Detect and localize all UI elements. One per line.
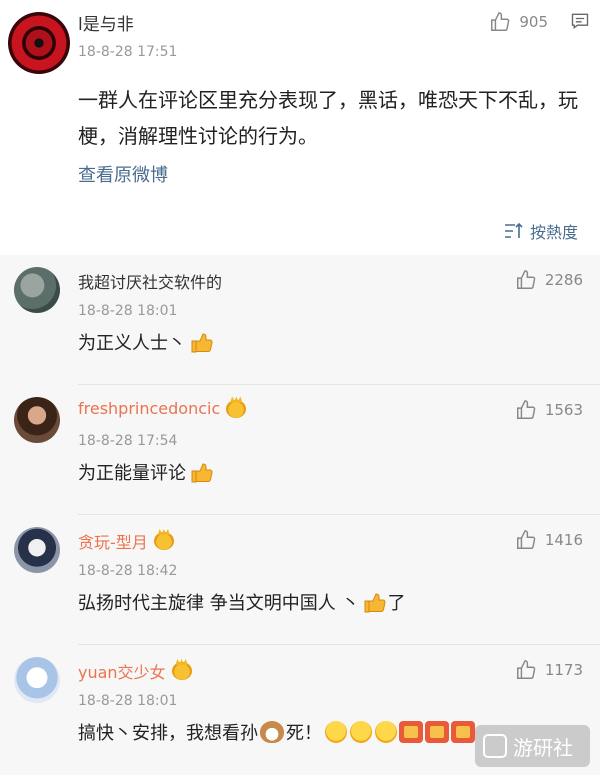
commenter-avatar[interactable]	[14, 267, 60, 313]
post-time: 18-8-28 17:51	[78, 44, 178, 60]
commenter-name[interactable]: freshprincedoncic	[78, 399, 247, 418]
comment-like-button[interactable]: 1173	[515, 659, 583, 681]
comment-item: 我超讨厌社交软件的 18-8-28 18:01 2286 为正义人士丶	[0, 255, 600, 385]
post-like-count: 905	[519, 13, 548, 31]
comment-time: 18-8-28 18:01	[78, 693, 178, 709]
comment-text-suffix: 了	[387, 593, 406, 614]
comment-text-content: 为正能量评论	[78, 463, 186, 484]
thumbs-up-icon	[516, 530, 536, 549]
commenter-name-text: yuan交少女	[78, 663, 166, 682]
comment-like-button[interactable]: 1416	[515, 529, 583, 551]
post-author-avatar[interactable]	[8, 12, 70, 74]
thumbs-up-icon	[516, 660, 536, 679]
dog-emoji-icon	[260, 721, 284, 743]
crying-emoji-icon	[350, 721, 372, 743]
comment-text: 搞快丶安排，我想看孙 死！	[78, 719, 475, 745]
comment-text-content: 为正义人士丶	[78, 333, 186, 354]
thumbs-up-emoji-icon	[191, 333, 213, 353]
comment-like-count: 1173	[544, 661, 583, 679]
comment-item: 贪玩-型月 18-8-28 18:42 1416 弘扬时代主旋律 争当文明中国人…	[0, 515, 600, 645]
watermark-logo: 游研社	[475, 725, 590, 767]
comment-like-count: 1416	[544, 531, 583, 549]
comment-text-content: 弘扬时代主旋律 争当文明中国人 丶	[78, 593, 360, 614]
sort-icon	[504, 222, 523, 238]
thumbs-up-emoji-icon	[191, 463, 213, 483]
thumbs-up-icon	[516, 400, 536, 419]
sort-label: 按熱度	[529, 223, 578, 242]
tag-emoji-icon	[399, 721, 423, 743]
commenter-avatar[interactable]	[14, 527, 60, 573]
comment-text: 为正能量评论	[78, 459, 214, 485]
vip-crown-icon	[226, 399, 247, 418]
thumbs-up-icon	[516, 270, 536, 289]
comment-like-count: 2286	[544, 271, 583, 289]
vip-crown-icon	[171, 662, 192, 680]
message-icon[interactable]	[570, 11, 590, 31]
comment-text: 弘扬时代主旋律 争当文明中国人 丶 了	[78, 589, 405, 615]
comment-time: 18-8-28 18:42	[78, 563, 178, 579]
comment-like-button[interactable]: 2286	[515, 269, 583, 291]
commenter-name-text: 我超讨厌社交软件的	[78, 273, 223, 292]
post-like-button[interactable]: 905	[489, 11, 548, 33]
commenter-name-text: freshprincedoncic	[78, 399, 221, 418]
vip-crown-icon	[153, 532, 174, 550]
thumbs-up-emoji-icon	[364, 593, 387, 613]
comment-text-suffix: 死！	[286, 723, 322, 744]
commenter-avatar[interactable]	[14, 657, 60, 703]
view-original-link[interactable]: 查看原微博	[78, 161, 168, 187]
comment-text-content: 搞快丶安排，我想看孙	[78, 723, 258, 744]
commenter-name-text: 贪玩-型月	[78, 533, 148, 552]
comment-time: 18-8-28 17:54	[78, 433, 178, 449]
commenter-name[interactable]: 我超讨厌社交软件的	[78, 269, 222, 293]
commenter-name[interactable]: 贪玩-型月	[78, 529, 174, 553]
comment-text: 为正义人士丶	[78, 329, 214, 355]
comment-like-button[interactable]: 1563	[515, 399, 583, 421]
sort-by-hot-button[interactable]: 按熱度	[504, 219, 578, 243]
tag-emoji-icon	[451, 721, 475, 743]
watermark-label: 游研社	[513, 735, 573, 760]
commenter-name[interactable]: yuan交少女	[78, 659, 192, 683]
gamepad-icon	[483, 734, 507, 758]
comment-like-count: 1563	[544, 401, 583, 419]
comment-item: freshprincedoncic 18-8-28 17:54 1563 为正能…	[0, 385, 600, 515]
crying-emoji-icon	[325, 721, 347, 743]
commenter-avatar[interactable]	[14, 397, 60, 443]
thumbs-up-icon	[491, 12, 510, 31]
comment-list: 我超讨厌社交软件的 18-8-28 18:01 2286 为正义人士丶 fres…	[0, 255, 600, 775]
tag-emoji-icon	[425, 721, 449, 743]
post-content: 一群人在评论区里充分表现了，黑话，唯恐天下不乱，玩梗，消解理性讨论的行为。	[78, 88, 578, 148]
post-author-name[interactable]: l是与非	[78, 10, 134, 35]
post-card: l是与非 18-8-28 17:51 905 一群人在评论区里充分表现了，黑话，…	[0, 0, 600, 255]
comment-time: 18-8-28 18:01	[78, 303, 178, 319]
crying-emoji-icon	[375, 721, 397, 743]
